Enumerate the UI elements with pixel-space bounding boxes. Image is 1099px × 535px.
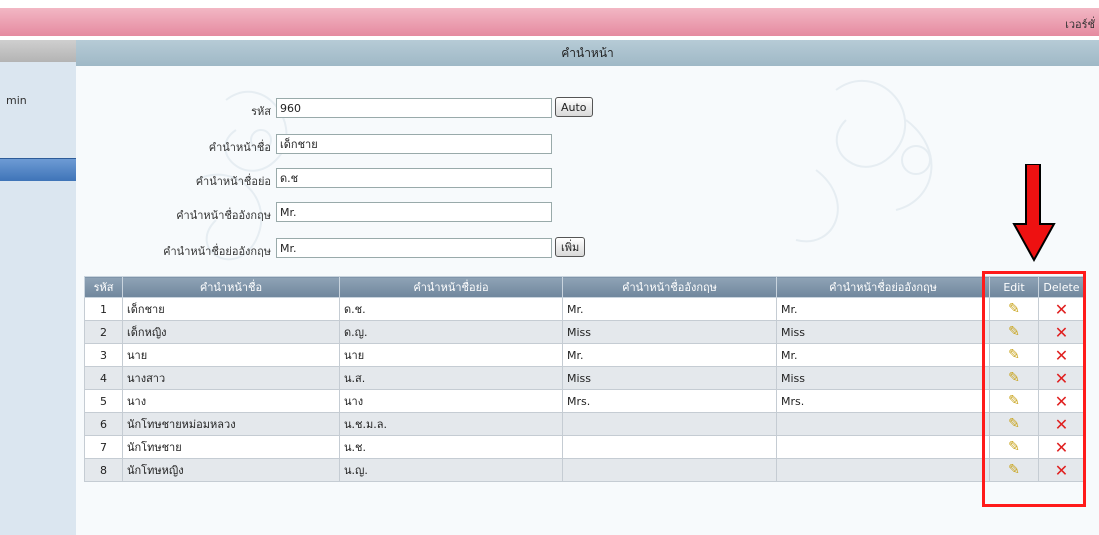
cell-prefix: นาง (122, 389, 340, 413)
table-row: 4 นางสาว น.ส. Miss Miss ✎ ✕ (84, 366, 1085, 390)
add-button[interactable]: เพิ่ม (555, 237, 586, 257)
cell-prefix: เด็กชาย (122, 297, 340, 321)
cell-prefix: นักโทษชายหม่อมหลวง (122, 412, 340, 436)
code-input[interactable] (276, 98, 552, 118)
cell-prefix-en (562, 435, 777, 459)
cell-code: 2 (84, 320, 123, 344)
cell-prefix-abbr: น.ส. (339, 366, 563, 390)
prefix-en-input[interactable] (276, 202, 552, 222)
cell-code: 7 (84, 435, 123, 459)
main-panel: คำนำหน้า รหัส Auto คำนำหน้าชื่อ คำนำหน้า… (76, 40, 1099, 535)
section-title: คำนำหน้า (76, 40, 1099, 66)
col-header-code[interactable]: รหัส (84, 276, 123, 298)
cell-code: 3 (84, 343, 123, 367)
table-row: 3 นาย นาย Mr. Mr. ✎ ✕ (84, 343, 1085, 367)
col-header-prefix-en[interactable]: คำนำหน้าชื่ออังกฤษ (562, 276, 777, 298)
cell-prefix-abbr: น.ช.ม.ล. (339, 412, 563, 436)
code-label: รหัส (251, 105, 271, 118)
sidebar-admin-text[interactable]: min (6, 94, 27, 107)
cell-prefix-abbr-en (776, 412, 990, 436)
table-row: 7 นักโทษชาย น.ช. ✎ ✕ (84, 435, 1085, 459)
cell-prefix-abbr-en: Miss (776, 366, 990, 390)
cell-prefix: นาย (122, 343, 340, 367)
down-arrow-annotation (1012, 164, 1056, 263)
table-row: 6 นักโทษชายหม่อมหลวง น.ช.ม.ล. ✎ ✕ (84, 412, 1085, 436)
cell-code: 8 (84, 458, 123, 482)
cell-prefix-abbr-en: Mr. (776, 343, 990, 367)
prefix-abbr-en-label: คำนำหน้าชื่อย่ออังกฤษ (163, 245, 271, 258)
cell-prefix: นางสาว (122, 366, 340, 390)
cell-prefix-abbr: นาย (339, 343, 563, 367)
highlight-box (982, 271, 1086, 507)
cell-prefix-en (562, 458, 777, 482)
col-header-prefix-abbr-en[interactable]: คำนำหน้าชื่อย่ออังกฤษ (776, 276, 990, 298)
cell-prefix-abbr-en: Mr. (776, 297, 990, 321)
table-row: 1 เด็กชาย ด.ช. Mr. Mr. ✎ ✕ (84, 297, 1085, 321)
cell-code: 6 (84, 412, 123, 436)
auto-button[interactable]: Auto (555, 97, 593, 117)
top-banner: เวอร์ชั่ (0, 8, 1099, 36)
cell-prefix-abbr-en: Mrs. (776, 389, 990, 413)
prefix-table: รหัส คำนำหน้าชื่อ คำนำหน้าชื่อย่อ คำนำหน… (84, 276, 1085, 482)
cell-prefix-en: Miss (562, 320, 777, 344)
col-header-prefix[interactable]: คำนำหน้าชื่อ (122, 276, 340, 298)
cell-prefix: นักโทษหญิง (122, 458, 340, 482)
cell-prefix-abbr-en (776, 458, 990, 482)
sidebar-header (0, 40, 76, 62)
cell-prefix-abbr: น.ช. (339, 435, 563, 459)
cell-prefix-abbr-en (776, 435, 990, 459)
table-row: 2 เด็กหญิง ด.ญ. Miss Miss ✎ ✕ (84, 320, 1085, 344)
cell-prefix-en: Mrs. (562, 389, 777, 413)
prefix-en-label: คำนำหน้าชื่ออังกฤษ (176, 209, 271, 222)
prefix-abbr-input[interactable] (276, 168, 552, 188)
cell-prefix-abbr: ด.ญ. (339, 320, 563, 344)
prefix-label: คำนำหน้าชื่อ (208, 141, 271, 154)
cell-prefix-en: Mr. (562, 297, 777, 321)
cell-prefix-en: Miss (562, 366, 777, 390)
cell-prefix-abbr: นาง (339, 389, 563, 413)
cell-prefix-abbr-en: Miss (776, 320, 990, 344)
table-row: 5 นาง นาง Mrs. Mrs. ✎ ✕ (84, 389, 1085, 413)
prefix-abbr-label: คำนำหน้าชื่อย่อ (195, 175, 271, 188)
cell-prefix-en: Mr. (562, 343, 777, 367)
cell-prefix-abbr: ด.ช. (339, 297, 563, 321)
table-header-row: รหัส คำนำหน้าชื่อ คำนำหน้าชื่อย่อ คำนำหน… (84, 276, 1085, 298)
cell-prefix-abbr: น.ญ. (339, 458, 563, 482)
cell-prefix-en (562, 412, 777, 436)
cell-code: 5 (84, 389, 123, 413)
prefix-abbr-en-input[interactable] (276, 238, 552, 258)
sidebar: min (0, 40, 76, 535)
version-label: เวอร์ชั่ (1065, 18, 1095, 31)
table-row: 8 นักโทษหญิง น.ญ. ✎ ✕ (84, 458, 1085, 482)
cell-code: 1 (84, 297, 123, 321)
col-header-prefix-abbr[interactable]: คำนำหน้าชื่อย่อ (339, 276, 563, 298)
cell-prefix: นักโทษชาย (122, 435, 340, 459)
sidebar-active-item[interactable] (0, 158, 76, 181)
cell-code: 4 (84, 366, 123, 390)
cell-prefix: เด็กหญิง (122, 320, 340, 344)
prefix-input[interactable] (276, 134, 552, 154)
